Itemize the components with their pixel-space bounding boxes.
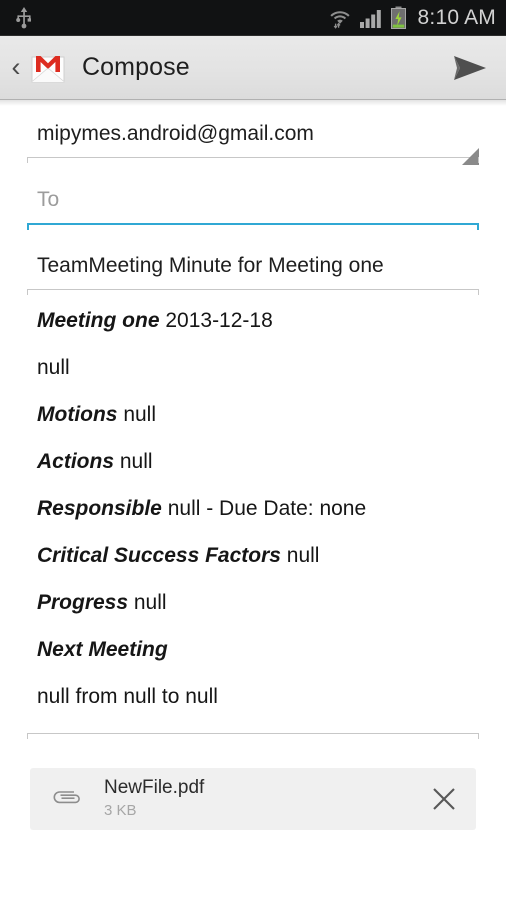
body-line: null (37, 357, 469, 378)
status-bar-right: 8:10 AM (328, 6, 496, 30)
send-icon[interactable] (448, 50, 492, 86)
from-account-value[interactable]: mipymes.android@gmail.com (27, 100, 479, 157)
subject-input[interactable]: TeamMeeting Minute for Meeting one (27, 232, 479, 289)
body-line-text: null (128, 591, 167, 614)
body-line-label: Next Meeting (37, 638, 168, 661)
attachment-list: NewFile.pdf 3 KB (30, 768, 476, 830)
body-line: Critical Success Factors null (37, 545, 469, 566)
attachment-chip[interactable]: NewFile.pdf 3 KB (30, 768, 476, 830)
body-line-text: null (117, 403, 157, 426)
subject-field-row[interactable]: TeamMeeting Minute for Meeting one (27, 232, 479, 298)
action-bar: ‹ Compose (0, 36, 506, 106)
page-title: Compose (82, 53, 190, 81)
body-line-label: Actions (37, 450, 115, 473)
battery-charging-icon (390, 6, 407, 30)
spinner-triangle-icon[interactable] (462, 148, 479, 165)
usb-icon (14, 6, 34, 30)
status-bar-left (14, 6, 328, 30)
to-field-underline (27, 223, 479, 232)
body-line-text: null (114, 450, 153, 473)
body-line: Actions null (37, 451, 469, 472)
status-bar-clock: 8:10 AM (417, 6, 496, 29)
to-field-row[interactable]: To (27, 166, 479, 232)
body-field-underline (27, 733, 479, 742)
wifi-icon (328, 6, 352, 30)
back-chevron-icon[interactable]: ‹ (6, 54, 26, 81)
close-x-icon[interactable] (412, 768, 476, 830)
body-input[interactable]: Meeting one 2013-12-18 null Motions null… (27, 298, 479, 707)
body-line: null from null to null (37, 686, 469, 707)
status-bar: 8:10 AM (0, 0, 506, 36)
gmail-envelope-icon (28, 48, 68, 88)
body-line-label: Motions (37, 403, 118, 426)
attachment-meta: NewFile.pdf 3 KB (88, 777, 412, 820)
body-line-label: Responsible (37, 497, 162, 520)
subject-field-underline (27, 289, 479, 298)
body-line-text: null (37, 356, 70, 379)
body-line: Motions null (37, 404, 469, 425)
body-line-text: 2013-12-18 (159, 309, 273, 332)
body-line: Next Meeting (37, 639, 469, 660)
attachment-file-name: NewFile.pdf (104, 777, 205, 799)
body-field-underline-wrap (27, 733, 479, 742)
cellular-signal-icon (359, 7, 383, 29)
body-line-text: null from null to null (37, 685, 218, 708)
body-line: Progress null (37, 592, 469, 613)
body-line-label: Progress (37, 591, 129, 614)
body-line-label: Critical Success Factors (37, 544, 281, 567)
paperclip-icon (48, 789, 88, 809)
compose-form: mipymes.android@gmail.com To TeamMeeting… (0, 100, 506, 830)
body-line-text: null (280, 544, 320, 567)
attachment-file-size: 3 KB (104, 802, 137, 820)
from-field-row[interactable]: mipymes.android@gmail.com (27, 100, 479, 166)
body-line-text: null - Due Date: none (161, 497, 367, 520)
to-input[interactable]: To (27, 166, 479, 223)
from-field-underline (27, 148, 479, 166)
body-line: Meeting one 2013-12-18 (37, 310, 469, 331)
body-line: Responsible null - Due Date: none (37, 498, 469, 519)
body-line-label: Meeting one (37, 309, 160, 332)
